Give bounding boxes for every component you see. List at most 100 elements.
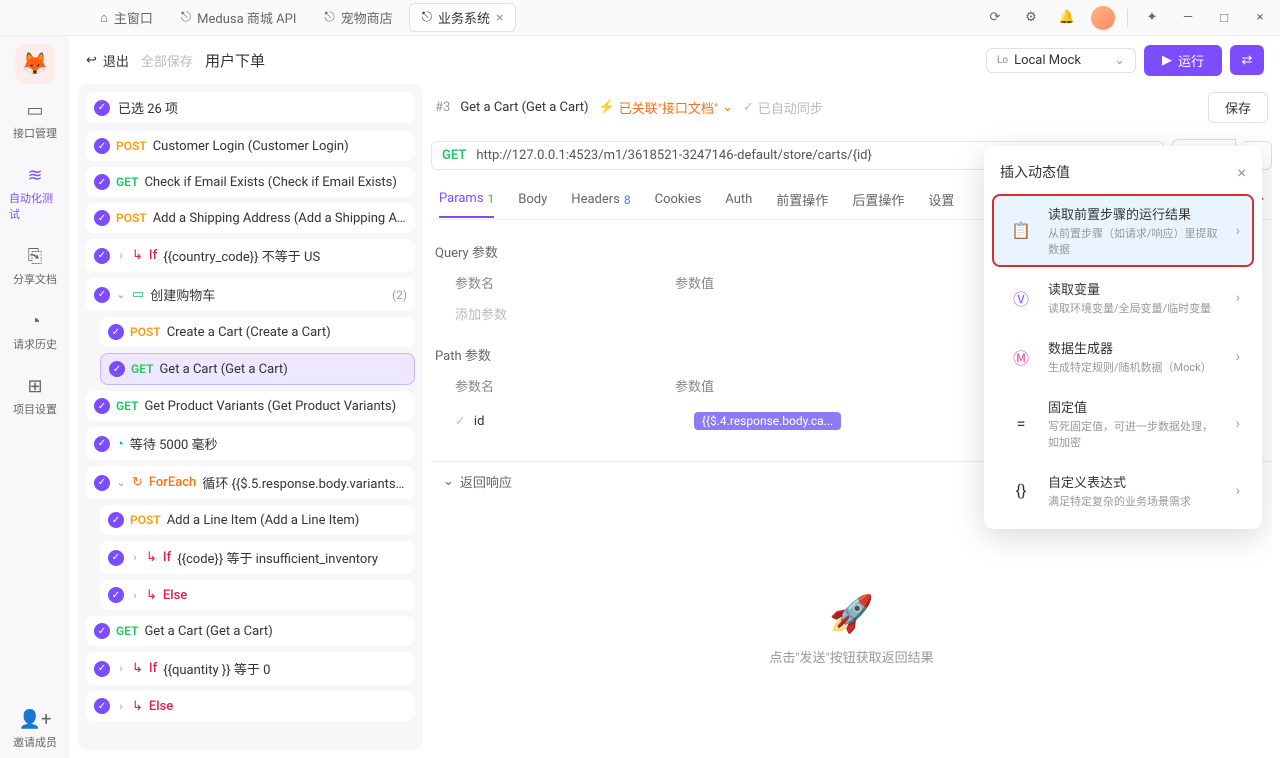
chevron-icon[interactable]: ⌄ (116, 476, 126, 489)
sliders-icon: ⇄ (1242, 53, 1253, 68)
step-row[interactable]: ✓⌄↻ ForEach 循环 {{$.5.response.body.varia… (86, 466, 415, 499)
rail-settings[interactable]: ⊞ 项目设置 (5, 368, 65, 425)
step-row[interactable]: ✓POSTCreate a Cart (Create a Cart) (100, 317, 415, 347)
dynamic-value-token[interactable]: {{$.4.response.body.ca... (694, 412, 841, 430)
rail-api[interactable]: ▭ 接口管理 (5, 92, 65, 149)
window-tab-main[interactable]: ⌂ 主窗口 (88, 4, 165, 31)
step-row[interactable]: ✓POSTAdd a Line Item (Add a Line Item) (100, 505, 415, 535)
request-tab[interactable]: Params 1 (439, 181, 494, 218)
chevron-icon[interactable]: ⌄ (116, 288, 126, 301)
tab-label: Params (439, 191, 484, 206)
option-text: 读取变量读取环境变量/全局变量/临时变量 (1048, 279, 1224, 316)
save-all-button[interactable]: 全部保存 (141, 51, 193, 70)
option-desc: 生成特定规则/随机数据（Mock） (1048, 359, 1224, 375)
header-right: Lo Local Mock ⌄ ▶ 运行 ⇄ (986, 45, 1264, 76)
request-tab[interactable]: Body (518, 182, 547, 217)
step-row[interactable]: ✓›↳ If {{quantity }} 等于 0 (86, 652, 415, 685)
request-tab[interactable]: 前置操作 (776, 180, 828, 219)
chevron-icon[interactable]: › (130, 551, 140, 564)
response-toggle[interactable]: ⌄ 返回响应 (443, 472, 512, 491)
settings-icon[interactable]: ⚙ (1019, 6, 1043, 30)
chevron-icon[interactable]: › (116, 249, 126, 262)
run-button[interactable]: ▶ 运行 (1144, 45, 1222, 76)
history-icon: ◔ (30, 311, 41, 332)
folder-icon: ▭ (132, 287, 144, 302)
request-tab[interactable]: 设置 (928, 180, 954, 219)
avatar[interactable] (1091, 6, 1115, 30)
condition-keyword: If (163, 550, 171, 565)
link-doc-label: 已关联"接口文档" (619, 98, 718, 117)
save-button[interactable]: 保存 (1208, 92, 1268, 123)
popover-option[interactable]: Ⓜ数据生成器生成特定规则/随机数据（Mock）› (992, 328, 1254, 385)
close-window-icon[interactable]: × (1248, 6, 1272, 30)
window-tab-biz[interactable]: ⎋ 业务系统 × (409, 3, 517, 32)
env-name: Local Mock (1014, 53, 1081, 68)
chevron-icon[interactable]: › (116, 700, 126, 713)
option-desc: 从前置步骤（如请求/响应）里提取数据 (1048, 225, 1224, 257)
check-icon: ✓ (94, 248, 110, 264)
request-tab[interactable]: Cookies (655, 182, 702, 217)
popover-option[interactable]: {}自定义表达式满足特定复杂的业务场景需求› (992, 462, 1254, 519)
condition-keyword: Else (149, 699, 173, 714)
step-row[interactable]: ✓GETGet a Cart (Get a Cart) (86, 616, 415, 646)
back-icon: ↩ (86, 53, 97, 68)
window-tab-pet[interactable]: ⎋ 宠物商店 (312, 4, 404, 31)
loop-icon: ↻ (132, 475, 143, 490)
chevron-icon[interactable]: › (130, 589, 140, 602)
step-row[interactable]: ✓GETGet Product Variants (Get Product Va… (86, 391, 415, 421)
rail-invite[interactable]: 👤+ 邀请成员 (5, 701, 65, 758)
step-row[interactable]: ✓GETGet a Cart (Get a Cart) (100, 353, 415, 385)
step-row[interactable]: ✓›↳ If {{code}} 等于 insufficient_inventor… (100, 541, 415, 574)
maximize-icon[interactable]: □ (1212, 6, 1236, 30)
close-icon[interactable]: × (496, 10, 503, 26)
app-logo[interactable]: 🦊 (15, 44, 55, 84)
step-row[interactable]: ✓›↳ If {{country_code}} 不等于 US (86, 239, 415, 272)
selection-summary[interactable]: ✓ 已选 26 项 (86, 92, 415, 123)
tab-label: Headers (571, 192, 620, 207)
popover-option[interactable]: 📋读取前置步骤的运行结果从前置步骤（如请求/响应）里提取数据› (992, 194, 1254, 267)
popover-option[interactable]: Ⓥ读取变量读取环境变量/全局变量/临时变量› (992, 269, 1254, 326)
step-row[interactable]: ✓›↳ Else (86, 691, 415, 721)
tab-label: 后置操作 (852, 190, 904, 209)
http-method-badge: GET (131, 362, 153, 376)
branch-icon: ↳ (132, 699, 143, 714)
pin-icon[interactable]: ✦ (1140, 6, 1164, 30)
step-row[interactable]: ✓⌄▭创建购物车 (2) (86, 278, 415, 311)
rail-autotest[interactable]: ≋ 自动化测试 (5, 157, 65, 230)
content-area: ↩ 退出 全部保存 用户下单 Lo Local Mock ⌄ ▶ 运行 ⇄ (70, 36, 1280, 758)
link-icon: ⚡ (599, 100, 615, 115)
rail-share[interactable]: ⎘ 分享文档 (5, 238, 65, 295)
window-tab-medusa[interactable]: ⎋ Medusa 商城 API (169, 4, 309, 31)
bell-icon[interactable]: 🔔 (1055, 6, 1079, 30)
request-tab[interactable]: 后置操作 (852, 180, 904, 219)
chevron-icon[interactable]: › (116, 662, 126, 675)
api-icon: ▭ (26, 100, 43, 121)
popover-option[interactable]: =固定值写死固定值，可进一步数据处理，如加密› (992, 387, 1254, 460)
run-options-button[interactable]: ⇄ (1230, 45, 1264, 75)
step-row[interactable]: ✓GETCheck if Email Exists (Check if Emai… (86, 167, 415, 197)
link-icon: ⎋ (422, 10, 432, 25)
tab-label: Cookies (655, 192, 702, 207)
environment-select[interactable]: Lo Local Mock ⌄ (986, 48, 1136, 73)
check-icon: ✓ (94, 398, 110, 414)
linked-doc-indicator[interactable]: ⚡ 已关联"接口文档" ⌄ (599, 98, 733, 117)
branch-icon: ↳ (132, 661, 143, 676)
close-icon[interactable]: × (1237, 163, 1246, 182)
rail-label: 邀请成员 (13, 734, 57, 750)
request-tab[interactable]: Auth (725, 182, 752, 217)
step-row[interactable]: ✓›↳ Else (100, 580, 415, 610)
step-row[interactable]: ✓◔等待 5000 毫秒 (86, 427, 415, 460)
step-row[interactable]: ✓POSTCustomer Login (Customer Login) (86, 131, 415, 161)
rail-history[interactable]: ◔ 请求历史 (5, 303, 65, 360)
minimize-icon[interactable]: — (1176, 6, 1200, 30)
request-tab[interactable]: Headers 8 (571, 182, 630, 217)
back-button[interactable]: ↩ 退出 (86, 51, 129, 70)
http-method-badge: POST (130, 325, 161, 339)
rail-label: 项目设置 (13, 401, 57, 417)
refresh-icon[interactable]: ⟳ (983, 6, 1007, 30)
check-icon: ✓ (94, 210, 110, 226)
http-method-badge: GET (116, 175, 138, 189)
tab-label: 前置操作 (776, 190, 828, 209)
play-icon: ▶ (1162, 53, 1172, 68)
step-row[interactable]: ✓POSTAdd a Shipping Address (Add a Shipp… (86, 203, 415, 233)
